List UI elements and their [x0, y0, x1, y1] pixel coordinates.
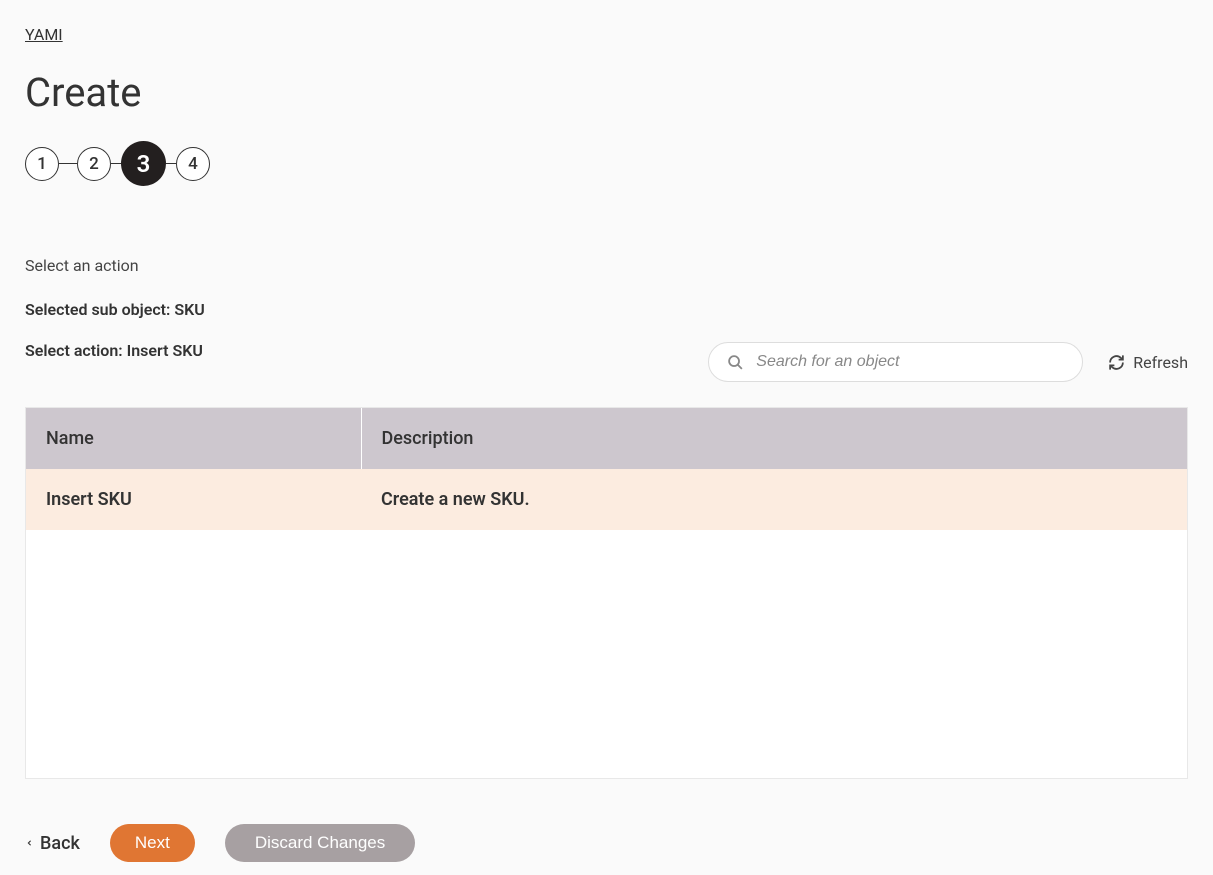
search-input[interactable] — [756, 353, 1064, 371]
selected-sub-object-label: Selected sub object: SKU — [25, 300, 1188, 319]
instruction-text: Select an action — [25, 256, 1188, 275]
next-button[interactable]: Next — [110, 824, 195, 862]
refresh-icon — [1108, 354, 1125, 371]
back-label: Back — [40, 833, 80, 854]
table-cell-description: Create a new SKU. — [361, 469, 1187, 530]
discard-changes-button[interactable]: Discard Changes — [225, 824, 415, 862]
search-icon — [727, 354, 744, 371]
refresh-label: Refresh — [1133, 353, 1188, 372]
stepper: 1 2 3 4 — [25, 141, 1188, 186]
step-2[interactable]: 2 — [77, 147, 111, 181]
search-box[interactable] — [708, 342, 1083, 382]
step-connector — [111, 163, 121, 164]
table-cell-name: Insert SKU — [26, 469, 361, 530]
table-header-description: Description — [361, 408, 1187, 469]
page-title: Create — [25, 69, 1188, 116]
action-table: Name Description Insert SKU Create a new… — [25, 407, 1188, 779]
table-header-name: Name — [26, 408, 361, 469]
step-4[interactable]: 4 — [176, 147, 210, 181]
chevron-left-icon — [25, 836, 34, 850]
step-connector — [166, 163, 176, 164]
step-1[interactable]: 1 — [25, 147, 59, 181]
footer-buttons: Back Next Discard Changes — [25, 824, 1188, 862]
breadcrumb[interactable]: YAMI — [25, 25, 63, 44]
refresh-button[interactable]: Refresh — [1108, 353, 1188, 372]
step-connector — [59, 163, 77, 164]
select-action-label: Select action: Insert SKU — [25, 341, 203, 360]
table-row[interactable]: Insert SKU Create a new SKU. — [26, 469, 1187, 530]
back-button[interactable]: Back — [25, 833, 80, 854]
step-3[interactable]: 3 — [121, 141, 166, 186]
